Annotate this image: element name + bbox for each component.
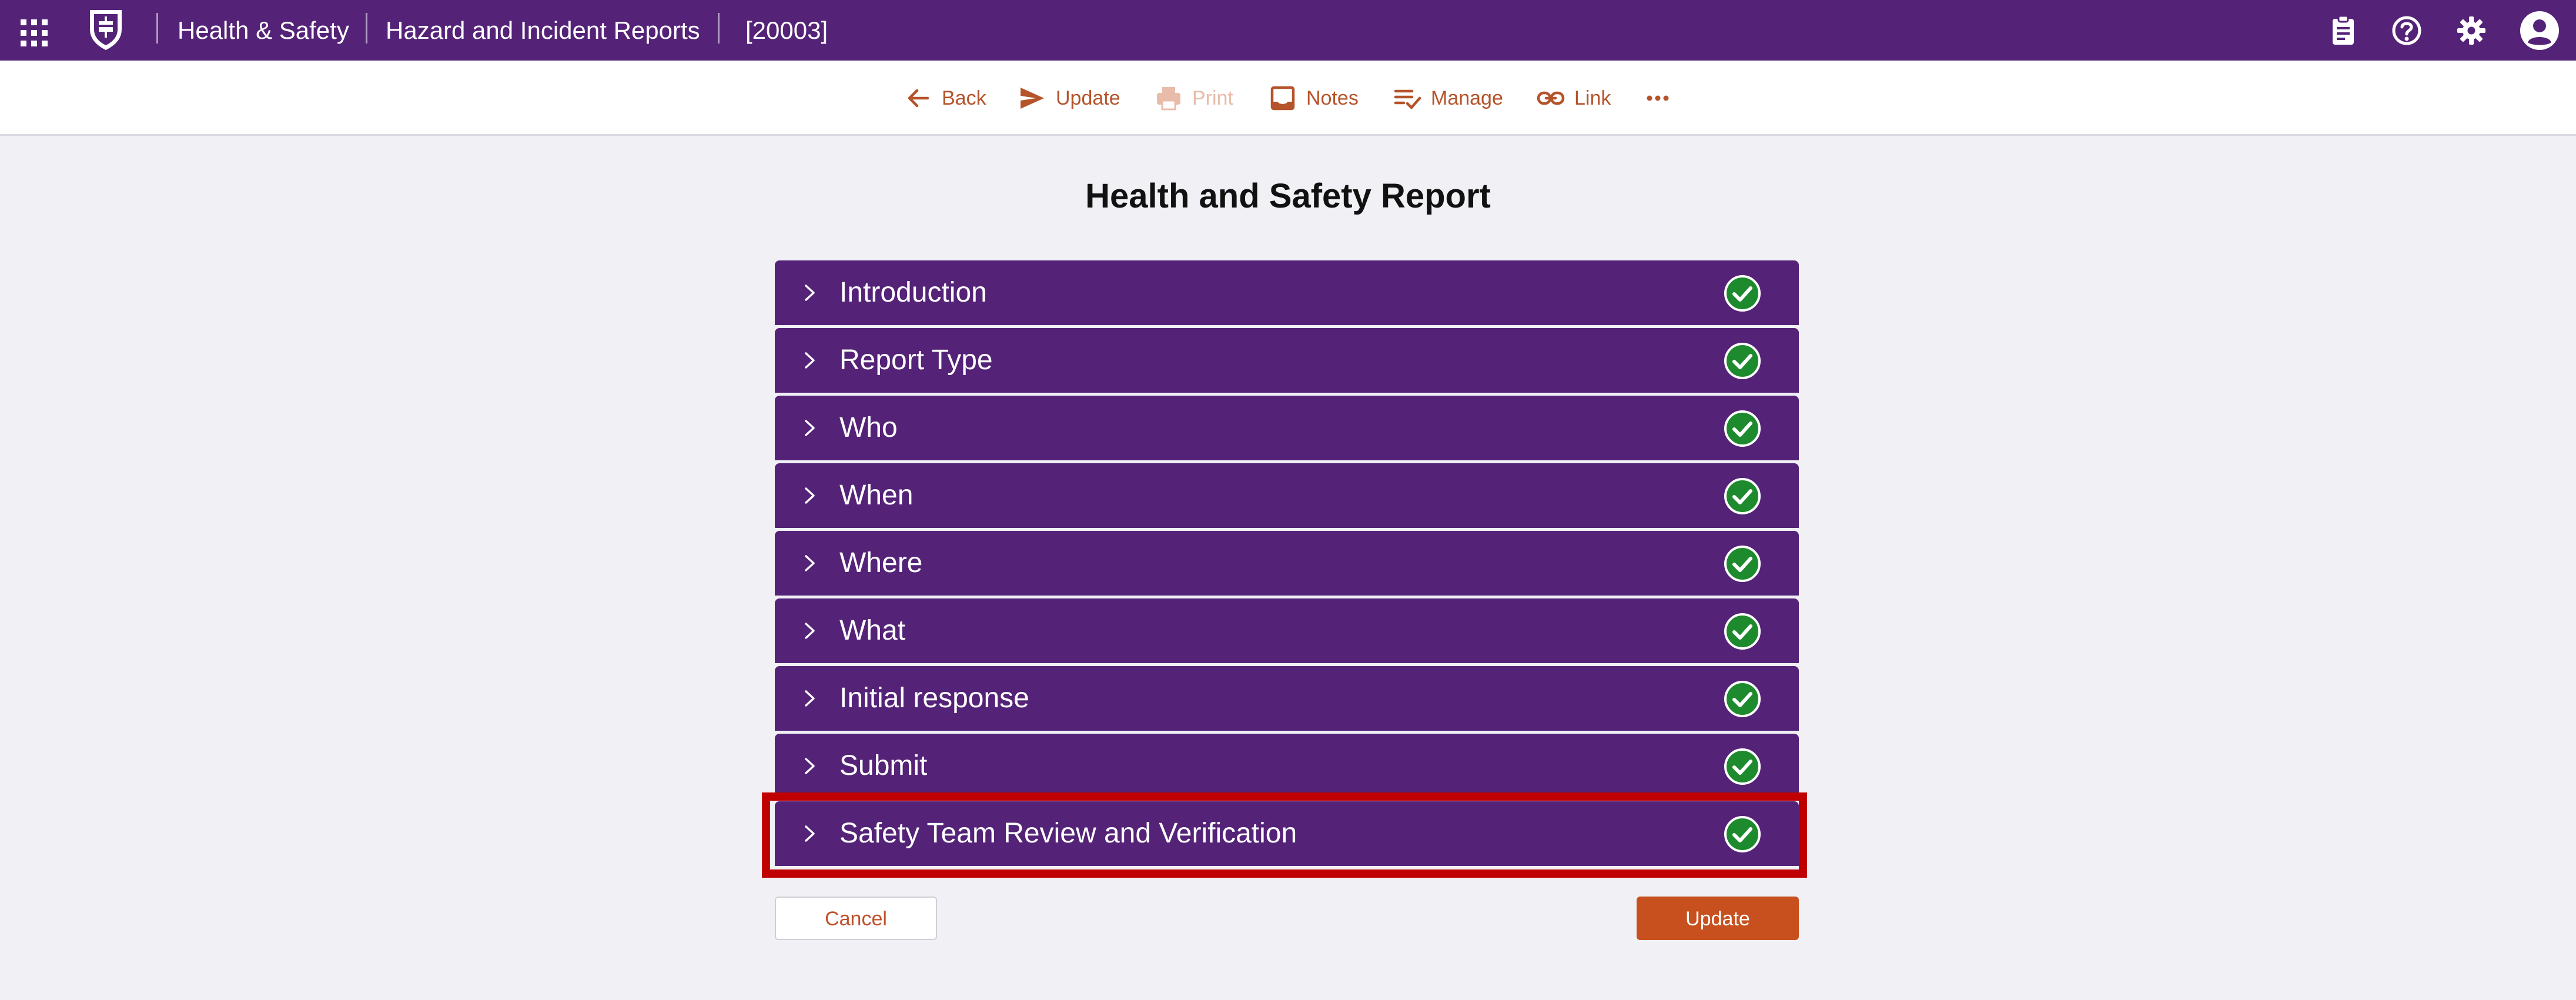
crest-logo[interactable] — [87, 8, 125, 51]
section-what[interactable]: What — [775, 598, 1799, 663]
section-submit[interactable]: Submit — [775, 734, 1799, 798]
check-circle-icon — [1724, 546, 1761, 582]
help-icon[interactable] — [2390, 14, 2423, 47]
inbox-icon — [1270, 86, 1295, 111]
check-circle-icon — [1724, 343, 1761, 379]
clipboard-icon[interactable] — [2327, 14, 2360, 47]
section-when[interactable]: When — [775, 463, 1799, 528]
back-label: Back — [942, 86, 986, 109]
more-options-button[interactable] — [1644, 61, 1672, 136]
section-label: Initial response — [839, 683, 1029, 714]
update-toolbar-label: Update — [1056, 86, 1120, 109]
section-who[interactable]: Who — [775, 396, 1799, 460]
account-icon[interactable] — [2520, 11, 2560, 51]
section-introduction[interactable]: Introduction — [775, 260, 1799, 325]
section-where[interactable]: Where — [775, 531, 1799, 596]
chevron-right-icon — [805, 623, 815, 639]
check-circle-icon — [1724, 681, 1761, 717]
app-bar: Health & Safety Hazard and Incident Repo… — [0, 0, 2576, 61]
gear-icon[interactable] — [2455, 14, 2488, 47]
breadcrumb-record-id: [20003] — [745, 16, 828, 44]
breadcrumb-separator — [156, 13, 158, 44]
page-title: Health and Safety Report — [1085, 177, 1491, 215]
check-circle-icon — [1724, 748, 1761, 785]
section-report-type[interactable]: Report Type — [775, 328, 1799, 393]
link-icon — [1537, 91, 1565, 105]
update-button[interactable]: Update — [1637, 897, 1799, 940]
chevron-right-icon — [805, 352, 815, 369]
check-circle-icon — [1724, 410, 1761, 447]
check-circle-icon — [1724, 613, 1761, 650]
apps-grid-icon[interactable] — [18, 16, 48, 46]
notes-label: Notes — [1306, 86, 1359, 109]
breadcrumb-separator — [718, 13, 720, 44]
breadcrumb-hazard-reports[interactable]: Hazard and Incident Reports — [386, 0, 700, 61]
cancel-button[interactable]: Cancel — [775, 897, 937, 940]
section-label: Who — [839, 412, 898, 443]
section-label: Report Type — [839, 345, 993, 376]
print-label: Print — [1192, 86, 1233, 109]
print-button[interactable]: Print — [1155, 61, 1233, 136]
link-label: Link — [1574, 86, 1611, 109]
link-button[interactable]: Link — [1537, 61, 1611, 136]
section-label: What — [839, 615, 906, 646]
check-circle-icon — [1724, 275, 1761, 312]
chevron-right-icon — [805, 420, 815, 436]
update-toolbar-button[interactable]: Update — [1018, 61, 1120, 136]
section-label: Introduction — [839, 277, 987, 308]
chevron-right-icon — [805, 487, 815, 504]
manage-label: Manage — [1431, 86, 1503, 109]
breadcrumb-health-safety[interactable]: Health & Safety — [178, 0, 349, 61]
chevron-right-icon — [805, 690, 815, 707]
chevron-right-icon — [805, 555, 815, 571]
section-label: Where — [839, 547, 923, 578]
send-icon — [1021, 88, 1044, 109]
printer-icon — [1157, 87, 1180, 111]
arrow-left-icon — [908, 89, 929, 108]
chevron-right-icon — [805, 285, 815, 301]
more-horizontal-icon — [1647, 95, 1669, 101]
back-button[interactable]: Back — [904, 61, 986, 136]
checklist-icon — [1394, 89, 1421, 109]
notes-button[interactable]: Notes — [1269, 61, 1359, 136]
action-toolbar: Back Update Print Notes Manage Link — [0, 61, 2576, 136]
breadcrumb-separator — [366, 13, 367, 44]
chevron-right-icon — [805, 758, 815, 774]
section-label: When — [839, 480, 914, 511]
section-initial-response[interactable]: Initial response — [775, 666, 1799, 731]
selection-highlight — [762, 792, 1807, 878]
check-circle-icon — [1724, 478, 1761, 514]
manage-button[interactable]: Manage — [1393, 61, 1503, 136]
section-label: Submit — [839, 750, 928, 781]
